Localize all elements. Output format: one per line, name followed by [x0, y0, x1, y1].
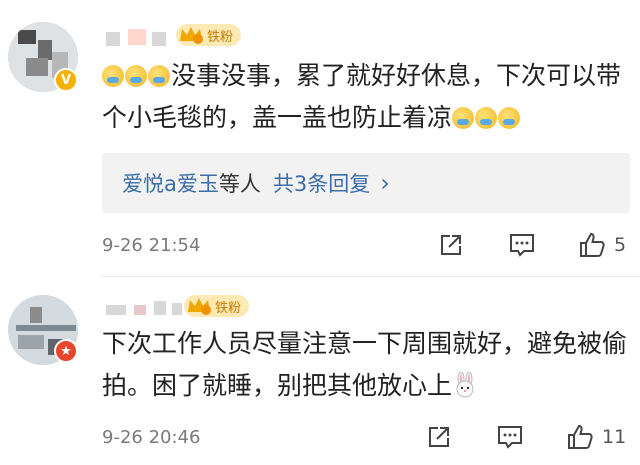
rabbit-emoji-icon: [452, 369, 478, 398]
verified-badge-icon: V: [54, 68, 78, 92]
pray-emoji-icon: [102, 65, 124, 87]
comment-button[interactable]: [508, 232, 536, 258]
pray-emoji-icon: [148, 65, 170, 87]
timestamp: 9-26 21:54: [102, 234, 201, 256]
comment-item: V 铁粉 没事没事，累了就好好休息，下次可以带个小毛毯的，盖一盖也防止着凉 爱悦…: [0, 0, 640, 277]
share-button[interactable]: [438, 232, 464, 258]
pray-emoji-icon: [452, 107, 475, 129]
comment-text: 下次工作人员尽量注意一下周围就好，避免被偷拍。困了就睡，别把其他放心上: [102, 329, 628, 400]
reply-count-link[interactable]: 共3条回复: [273, 168, 370, 198]
like-button[interactable]: 11: [566, 423, 626, 451]
crown-icon: [186, 296, 212, 316]
share-icon: [441, 235, 461, 255]
comment-footer: 9-26 20:46 11: [102, 422, 640, 452]
chevron-right-icon: ›: [380, 169, 390, 197]
comment-item: ★ 铁粉 下次工作人员尽量注意一下周围就好，避免被偷拍。困了就睡，别把其他放心上…: [0, 277, 640, 465]
pray-emoji-icon: [125, 65, 147, 87]
fan-badge: 铁粉: [176, 24, 242, 46]
comment-icon: [498, 426, 522, 449]
like-count: 5: [614, 234, 627, 256]
thumbs-up-icon: [568, 424, 593, 449]
thumbs-up-icon: [580, 232, 605, 257]
replies-box[interactable]: 爱悦a爱玉 等人 共3条回复 ›: [102, 153, 630, 213]
timestamp: 9-26 20:46: [102, 426, 201, 448]
comment-text: 没事没事，累了就好好休息，下次可以带个小毛毯的，盖一盖也防止着凉: [102, 61, 622, 132]
comment-icon: [510, 234, 534, 257]
like-button[interactable]: 5: [578, 231, 626, 259]
share-icon: [429, 427, 449, 447]
like-count: 11: [602, 426, 627, 448]
share-button[interactable]: [426, 424, 452, 450]
crown-icon: [178, 25, 204, 45]
verified-badge-icon: ★: [54, 339, 78, 363]
fan-badge: 铁粉: [184, 295, 250, 317]
pray-emoji-icon: [475, 107, 498, 129]
comment-footer: 9-26 21:54 5: [102, 230, 640, 260]
comment-button[interactable]: [496, 424, 524, 450]
reply-users[interactable]: 爱悦a爱玉: [122, 168, 219, 198]
pray-emoji-icon: [498, 107, 521, 129]
